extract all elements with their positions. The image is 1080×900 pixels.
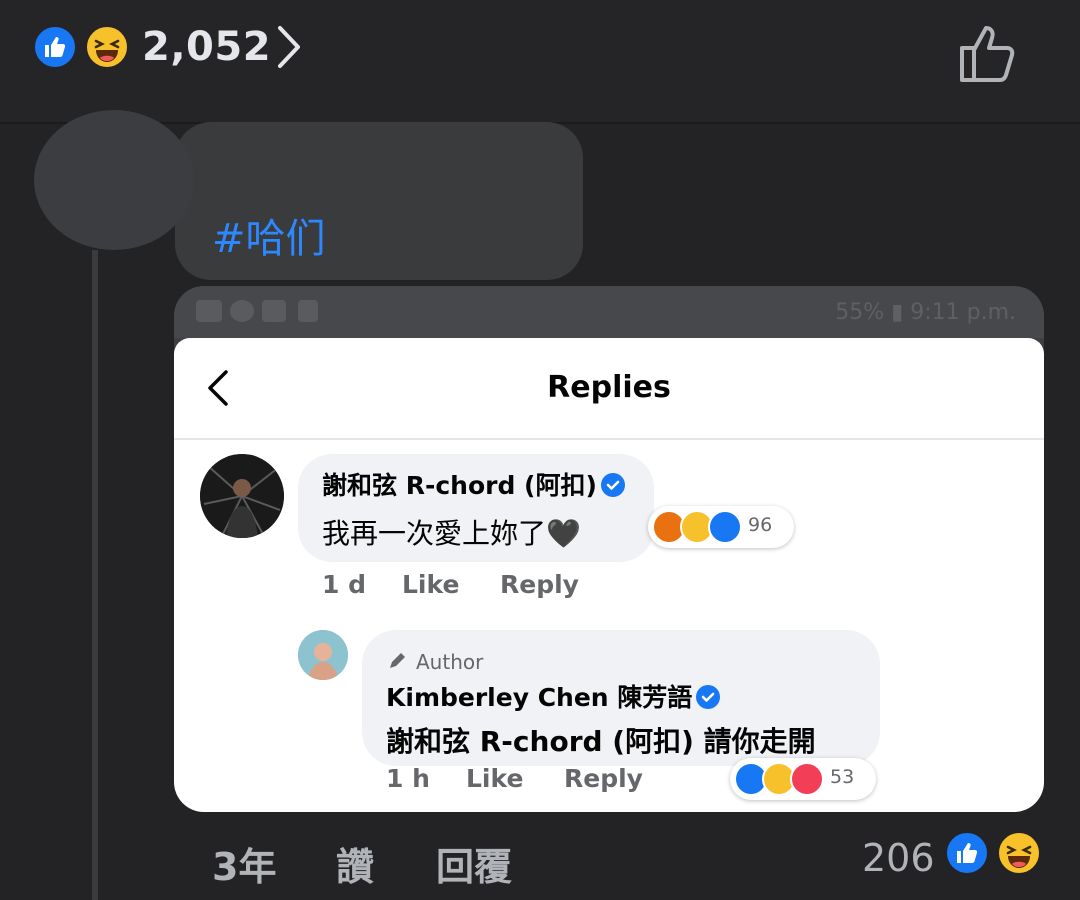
haha-icon [996, 830, 1042, 876]
reaction-summary[interactable]: 96 [648, 506, 794, 548]
like-link[interactable]: Like [402, 570, 459, 599]
avatar[interactable] [34, 110, 194, 250]
author-badge: Author [416, 650, 484, 674]
comment-time: 3年 [212, 845, 277, 889]
like-link[interactable]: Like [466, 764, 523, 793]
reaction-count: 2,052 [142, 24, 272, 70]
reply-link[interactable]: 回覆 [436, 836, 512, 891]
verified-icon [600, 473, 625, 497]
message-icon [196, 300, 222, 322]
status-bar: 55% ▮ 9:11 p.m. [174, 286, 1044, 338]
comment-author[interactable]: 謝和弦 R-chord (阿扣) [322, 466, 625, 502]
chat-icon [230, 300, 254, 322]
haha-icon [84, 24, 130, 70]
comment-time: 1 h [386, 764, 430, 793]
hashtag-link[interactable]: #哈们 [212, 206, 326, 264]
reply-link[interactable]: Reply [564, 764, 643, 793]
like-link[interactable]: 讚 [336, 836, 374, 891]
warning-icon [298, 300, 318, 322]
love-icon [790, 762, 824, 796]
replies-panel: Replies 謝和弦 R-chord (阿扣) 我再一次愛上妳了🖤 96 1 … [174, 338, 1044, 812]
pencil-icon [390, 653, 405, 668]
verified-icon [696, 685, 721, 709]
comment-text: 謝和弦 R-chord (阿扣) 請你走開 [386, 725, 816, 758]
comment-author[interactable]: Kimberley Chen 陳芳語 [386, 678, 721, 714]
page-title: Replies [547, 370, 671, 405]
comment-text: 我再一次愛上妳了🖤 [322, 517, 581, 550]
reaction-count: 206 [862, 836, 935, 880]
like-icon [708, 510, 742, 544]
chevron-right-icon[interactable] [272, 22, 306, 72]
reply-link[interactable]: Reply [500, 570, 579, 599]
like-button-icon[interactable] [956, 20, 1022, 86]
photo-icon [262, 300, 286, 322]
thread-line [92, 250, 98, 900]
reaction-summary[interactable]: 53 [730, 758, 876, 800]
like-icon [944, 830, 990, 876]
avatar[interactable] [200, 454, 284, 538]
status-time: 55% ▮ 9:11 p.m. [835, 300, 1016, 325]
reaction-count: 96 [748, 514, 773, 536]
attached-screenshot[interactable]: 55% ▮ 9:11 p.m. Replies 謝和弦 R-chord (阿扣)… [174, 286, 1044, 812]
reactions-header[interactable]: 2,052 [0, 0, 1080, 124]
comment-time: 1 d [322, 570, 366, 599]
replies-header: Replies [174, 338, 1044, 440]
avatar[interactable] [298, 630, 348, 680]
like-icon [32, 24, 78, 70]
reaction-count: 53 [830, 766, 855, 788]
